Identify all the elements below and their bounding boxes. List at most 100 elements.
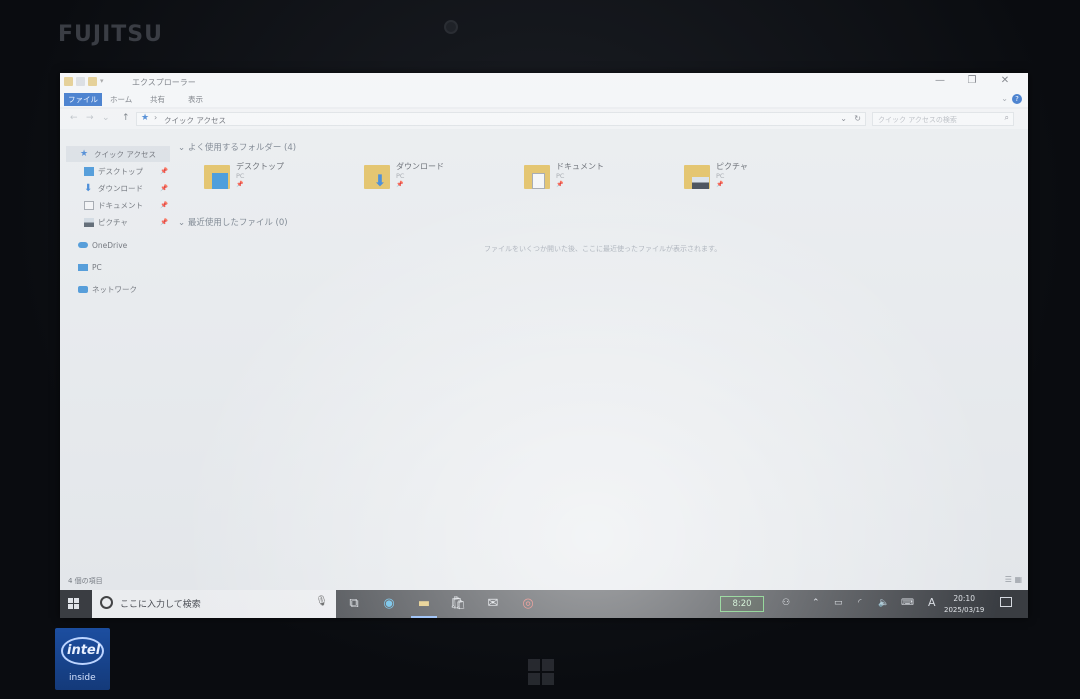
system-clock[interactable]: 20:10 2025/03/19 (944, 594, 984, 614)
file-explorer-icon[interactable]: ▬ (411, 595, 437, 618)
close-button[interactable]: ✕ (991, 74, 1019, 88)
notification-icon[interactable] (1000, 597, 1012, 607)
back-arrow-icon[interactable]: ← (70, 113, 78, 123)
quick-access-toolbar[interactable]: ▾ (64, 77, 109, 86)
pin-icon: 📌 (396, 181, 404, 188)
ribbon-expand-icon[interactable]: ⌄ (1001, 94, 1008, 103)
details-view-icon[interactable]: ☰ (1005, 575, 1012, 584)
refresh-icon[interactable]: ↻ (854, 114, 861, 123)
minimize-button[interactable]: — (926, 74, 954, 88)
wifi-icon[interactable]: ◜ (858, 598, 862, 608)
chrome-icon[interactable]: ◎ (519, 595, 537, 613)
address-bar-row: ← → ⌄ ↑ ★ › クイック アクセス ⌄ ↻ クイック アクセスの検索 ⌕ (60, 109, 1028, 129)
edge-browser-icon[interactable]: ◉ (380, 595, 398, 613)
camera-lens (444, 20, 458, 34)
sidebar-item-label: ネットワーク (92, 284, 137, 294)
download-arrow-icon: ⬇ (84, 182, 93, 194)
folder-name: ピクチャ (716, 162, 748, 171)
task-view-icon[interactable]: ⧉ (345, 595, 363, 613)
volume-icon[interactable]: 🔈 (878, 598, 889, 608)
battery-time-widget[interactable]: 8:20 (720, 596, 764, 612)
sidebar-item-downloads[interactable]: ⬇ ダウンロード (84, 180, 143, 196)
ime-indicator[interactable]: A (928, 596, 936, 609)
view-toggle-buttons[interactable]: ☰ ▦ (1005, 575, 1022, 584)
search-placeholder: クイック アクセスの検索 (878, 116, 957, 124)
sidebar-item-documents[interactable]: ドキュメント (84, 197, 143, 213)
battery-icon[interactable]: ▭ (834, 598, 843, 608)
chevron-down-icon[interactable]: ⌄ (840, 114, 847, 123)
screen-glare (60, 73, 1028, 618)
new-folder-icon[interactable] (88, 77, 97, 86)
clock-date: 2025/03/19 (944, 606, 985, 614)
window-titlebar: ▾ エクスプローラー — ❐ ✕ (60, 73, 1028, 91)
fujitsu-logo: FUJITSU (58, 22, 163, 47)
breadcrumb-quick-access[interactable]: クイック アクセス (164, 115, 226, 126)
mail-icon[interactable]: ✉ (484, 595, 502, 613)
pin-icon: 📌 (556, 181, 564, 188)
folder-tile-pictures[interactable]: ピクチャ PC 📌 (684, 161, 834, 197)
recent-files-header[interactable]: ⌄ 最近使用したファイル (0) (178, 216, 288, 228)
taskbar-search-placeholder: ここに入力して検索 (120, 600, 201, 610)
folder-location: PC (236, 172, 245, 180)
sidebar-item-label: ダウンロード (98, 183, 143, 193)
store-icon[interactable]: 🛍 (449, 595, 467, 613)
address-input[interactable]: ★ › クイック アクセス ⌄ ↻ (136, 112, 866, 126)
folder-icon (204, 165, 232, 191)
frequent-folders-header[interactable]: ⌄ よく使用するフォルダー (4) (178, 141, 296, 153)
microphone-icon[interactable]: 🎙 (315, 596, 328, 607)
keyboard-icon[interactable]: ⌨ (901, 598, 914, 608)
forward-arrow-icon[interactable]: → (86, 113, 94, 123)
sidebar-item-pictures[interactable]: ピクチャ (84, 214, 128, 230)
folder-icon: ⬇ (364, 165, 392, 191)
recent-locations-icon[interactable]: ⌄ (102, 113, 110, 123)
tab-share[interactable]: 共有 (146, 93, 169, 106)
folder-location: PC (716, 172, 725, 180)
tab-view[interactable]: 表示 (184, 93, 207, 106)
search-input[interactable]: クイック アクセスの検索 ⌕ (872, 112, 1014, 126)
navigation-pane: ★ クイック アクセス デスクトップ 📌 ⬇ ダウンロード 📌 ドキュメント 📌… (60, 131, 172, 591)
help-icon[interactable]: ? (1012, 94, 1022, 104)
taskbar-search-box[interactable]: ここに入力して検索 🎙 (92, 590, 336, 618)
maximize-button[interactable]: ❐ (958, 74, 986, 88)
status-item-count: 4 個の項目 (68, 577, 103, 585)
sidebar-item-label: クイック アクセス (94, 149, 157, 159)
sidebar-item-label: PC (92, 262, 102, 272)
picture-icon (692, 177, 709, 189)
sidebar-item-desktop[interactable]: デスクトップ (84, 163, 143, 179)
tab-file[interactable]: ファイル (64, 93, 102, 106)
windows-start-icon[interactable] (68, 598, 80, 610)
folder-name: デスクトップ (236, 162, 284, 171)
folder-tile-desktop[interactable]: デスクトップ PC 📌 (204, 161, 354, 197)
network-icon (78, 285, 88, 293)
sidebar-item-label: OneDrive (92, 240, 128, 250)
window-title: エクスプローラー (132, 78, 196, 87)
download-arrow-icon: ⬇ (373, 171, 387, 190)
cloud-icon (78, 242, 88, 248)
sidebar-item-quick-access[interactable]: ★ クイック アクセス (66, 146, 170, 162)
chevron-down-icon: ⌄ (178, 143, 188, 153)
tab-home[interactable]: ホーム (106, 93, 136, 106)
large-icons-view-icon[interactable]: ▦ (1014, 575, 1022, 584)
search-icon: ⌕ (1004, 113, 1009, 122)
chevron-right-icon[interactable]: › (154, 113, 157, 122)
sidebar-item-pc[interactable]: PC (78, 259, 102, 275)
pin-icon: 📌 (160, 184, 169, 192)
document-icon (532, 173, 545, 189)
folder-location: PC (396, 172, 405, 180)
up-arrow-icon[interactable]: ↑ (122, 113, 130, 123)
cortana-icon (100, 596, 113, 609)
properties-icon[interactable] (76, 77, 85, 86)
sidebar-item-onedrive[interactable]: OneDrive (78, 237, 127, 253)
pin-icon: 📌 (716, 181, 724, 188)
chevron-up-icon[interactable]: ⌃ (812, 598, 820, 608)
folder-location: PC (556, 172, 565, 180)
sidebar-item-network[interactable]: ネットワーク (78, 281, 137, 297)
folder-tile-documents[interactable]: ドキュメント PC 📌 (524, 161, 674, 197)
sidebar-item-label: ピクチャ (98, 217, 128, 227)
people-icon[interactable]: ⚇ (782, 598, 790, 608)
star-icon: ★ (80, 148, 89, 159)
folder-tile-downloads[interactable]: ⬇ ダウンロード PC 📌 (364, 161, 514, 197)
chevron-down-icon[interactable]: ▾ (100, 77, 109, 86)
star-icon: ★ (141, 113, 150, 123)
pin-icon: 📌 (160, 218, 169, 226)
